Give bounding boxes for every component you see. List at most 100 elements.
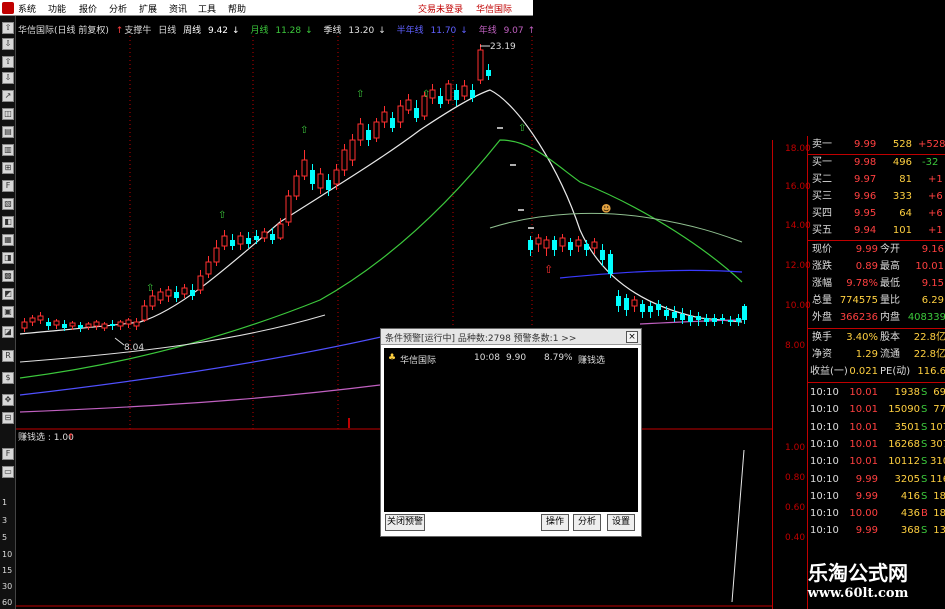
ma-halfyear-line-2 xyxy=(559,269,743,279)
tick-price: 10.00 xyxy=(849,508,878,520)
candle-body xyxy=(405,99,412,111)
candle-body xyxy=(648,306,653,312)
alert-price: 9.90 xyxy=(506,353,527,363)
candle-body xyxy=(237,235,244,245)
tick-row[interactable]: 10:10 9.99 368 S 13 xyxy=(808,524,945,538)
candle-body xyxy=(736,318,741,322)
stat-row: 外盘 366236 内盘 408339 xyxy=(812,312,945,323)
candle-body xyxy=(728,320,733,322)
order-book-row[interactable]: 买一 9.98 496 -32 xyxy=(808,156,945,170)
alert-list[interactable]: ♣ 华信国际 10:08 9.90 8.79% 赚钱选 xyxy=(384,348,638,512)
alert-stock-name[interactable]: 华信国际 xyxy=(400,353,436,366)
candle-body xyxy=(477,49,484,81)
tick-row[interactable]: 10:1010.013501S107 xyxy=(808,421,945,435)
quote-panel: 卖一 9.99 528 +528 买一 9.98 496 -32 买二 9.97… xyxy=(807,136,945,609)
tick-price: 10.01 xyxy=(849,421,878,433)
candle-body xyxy=(53,320,60,326)
candle-body xyxy=(390,118,395,128)
candle-body xyxy=(277,223,284,239)
stat-row: 现价 9.99 今开 9.16 xyxy=(812,244,944,255)
candle-body xyxy=(270,234,275,240)
candle-body xyxy=(326,180,331,190)
tick-n: 18 xyxy=(933,490,945,502)
candle-body xyxy=(397,105,404,123)
close-alert-button[interactable]: 关闭预警 xyxy=(385,514,425,531)
tick-time: 10:10 xyxy=(810,508,839,520)
sub-tick: 0.40 xyxy=(785,533,806,543)
candle-body xyxy=(656,304,661,310)
candle-body xyxy=(78,325,83,328)
tick-price: 9.99 xyxy=(855,473,878,485)
price-axis: 18.00 16.00 14.00 12.00 10.00 8.00 1.00 … xyxy=(772,140,811,609)
order-book-row[interactable]: 卖一 9.99 528 +528 xyxy=(808,138,945,152)
candle-body xyxy=(712,318,717,322)
sub-indicator-spike xyxy=(731,449,745,603)
candle-body xyxy=(680,314,685,320)
tick-row[interactable]: 10:10 10.01 15090 S 77 xyxy=(808,403,945,417)
candle-body xyxy=(429,89,436,99)
tick-time: 10:10 xyxy=(810,387,839,398)
candle-body xyxy=(29,317,36,323)
watermark-url: www.60lt.com xyxy=(807,586,909,601)
analyze-button[interactable]: 分析 xyxy=(573,514,601,531)
ma-halfyear-line xyxy=(19,334,391,396)
dialog-titlebar[interactable]: 条件预警[运行中] 品种数:2798 预警条数:1 >> × xyxy=(381,329,641,345)
info-row: 换手 3.40% 股本 22.8亿 xyxy=(812,332,945,343)
tick-time: 10:10 xyxy=(810,456,839,468)
candle-body xyxy=(688,316,693,322)
stat-row: 涨幅 9.78% 最低 9.15 xyxy=(812,278,944,289)
buy-signal-icon: ⇧ xyxy=(300,125,308,136)
candle-body xyxy=(568,242,573,250)
buy-signal-icon: ⇧ xyxy=(518,123,526,134)
candle-body xyxy=(616,296,621,306)
operate-button[interactable]: 操作 xyxy=(541,514,569,531)
tick-row[interactable]: 10:109.993205S116 xyxy=(808,473,945,487)
candle-body xyxy=(213,247,220,263)
ma-quarter-line-2 xyxy=(489,212,743,243)
tick-row[interactable]: 10:1010.0116268S307 xyxy=(808,438,945,452)
tick-time: 10:10 xyxy=(810,473,839,485)
candle-body xyxy=(293,175,300,197)
order-book-row[interactable]: 买四 9.95 64 +6 xyxy=(808,207,945,221)
tick-vol: 368 xyxy=(900,525,920,537)
high-price-label: 23.19 xyxy=(490,42,516,52)
candle-body xyxy=(454,90,459,100)
candle-body xyxy=(21,321,28,329)
candle-body xyxy=(373,121,380,139)
tick-row[interactable]: 10:10 10.01 1938 S 69 xyxy=(808,386,945,400)
tick-vol: 3205 xyxy=(894,473,920,485)
order-book-row[interactable]: 买二 9.97 81 +1 xyxy=(808,173,945,187)
candle-body xyxy=(470,90,475,98)
candle-body xyxy=(149,295,156,307)
sub-tick: 0.80 xyxy=(785,473,806,483)
candle-body xyxy=(110,324,115,326)
candle-body xyxy=(704,318,709,322)
candle-body xyxy=(141,305,148,321)
buy-signal-icon: ⇧ xyxy=(146,283,154,294)
tick-row[interactable]: 10:10 10.00 436 B 18 xyxy=(808,507,945,521)
candle-body xyxy=(672,312,677,318)
candle-body xyxy=(543,239,550,249)
signal-markers: ⇧ ⇧ ⇧ ⇧ ⇧ ⇧ xyxy=(146,89,526,294)
candle-body xyxy=(552,240,557,250)
settings-button[interactable]: 设置 xyxy=(607,514,635,531)
candle-body xyxy=(381,111,388,123)
candle-body xyxy=(310,170,315,184)
tick-n: 13 xyxy=(933,525,945,537)
tick-row[interactable]: 10:1010.0110112S310 xyxy=(808,455,945,469)
candle-body xyxy=(559,237,566,247)
tick-vol: 15090 xyxy=(888,404,920,416)
stock-icon: ♣ xyxy=(388,353,397,363)
candle-body xyxy=(254,236,259,240)
close-icon[interactable]: × xyxy=(626,331,638,343)
tick-row[interactable]: 10:10 9.99 416 S 18 xyxy=(808,490,945,504)
order-book-row[interactable]: 买五 9.94 101 +1 xyxy=(808,224,945,238)
candle-body xyxy=(174,292,179,298)
sub-tick: 1.00 xyxy=(785,443,806,453)
alert-time: 10:08 xyxy=(474,353,500,363)
candle-body xyxy=(333,169,340,185)
candle-body xyxy=(600,250,605,260)
order-book-row[interactable]: 买三 9.96 333 +6 xyxy=(808,190,945,204)
candle-body xyxy=(461,85,468,97)
sell-signal-icon: ⇧ xyxy=(544,263,553,276)
